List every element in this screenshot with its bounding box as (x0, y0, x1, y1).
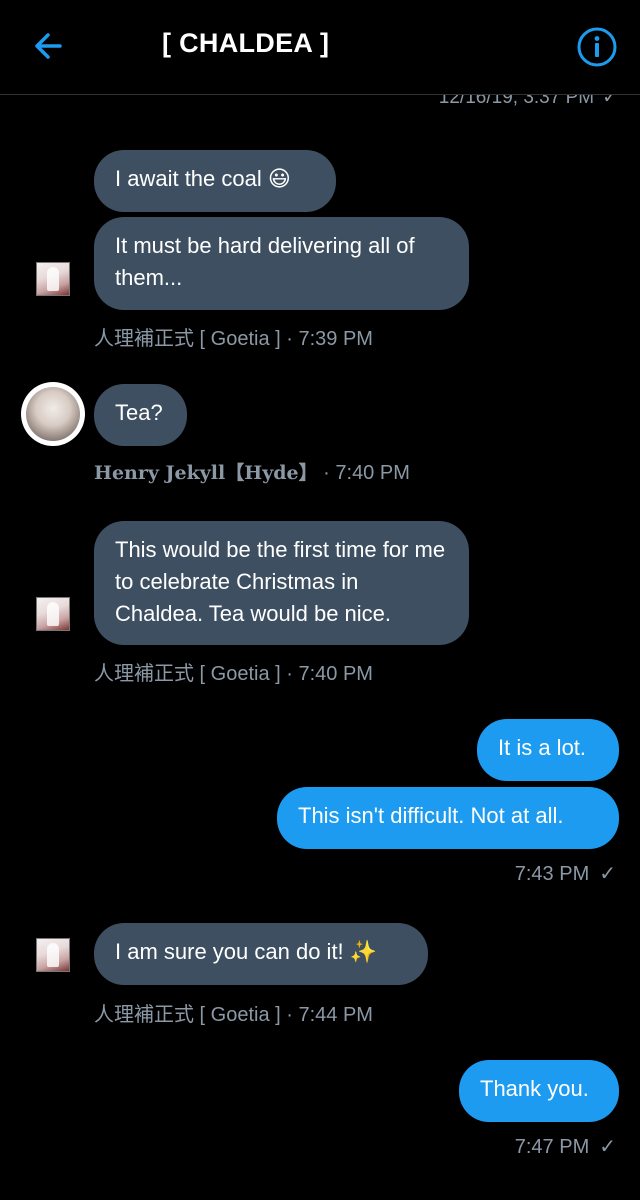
sender-avatar[interactable] (36, 597, 70, 631)
message-text: Tea? (115, 400, 163, 425)
outgoing-message-bubble[interactable]: This isn't difficult. Not at all. (277, 787, 619, 849)
conversation-title: [ CHALDEA ] (162, 28, 330, 58)
sender-avatar[interactable] (36, 262, 70, 296)
message-text: This would be the first time for me to c… (115, 537, 446, 626)
message-text: I am sure you can do it! ✨ (115, 939, 378, 964)
sender-avatar[interactable] (21, 382, 85, 446)
message-meta: 人理補正式 [ Goetia ] · 7:40 PM (94, 663, 373, 685)
sent-check-icon: ✓ (599, 863, 616, 885)
message-time: 7:47 PM (514, 1136, 590, 1158)
incoming-message-bubble[interactable]: I am sure you can do it! ✨ (94, 923, 428, 985)
message-meta: 7:43 PM ✓ (515, 861, 616, 886)
message-meta: 7:47 PM ✓ (515, 1134, 616, 1159)
arrow-left-icon (35, 33, 62, 59)
message-time: 7:43 PM (514, 863, 590, 885)
message-time: · 7:40 PM (317, 462, 410, 484)
conversation-info-button[interactable] (576, 26, 618, 68)
incoming-message-bubble[interactable]: I await the coal 😃 (94, 150, 336, 212)
message-text: It must be hard delivering all of them..… (115, 233, 415, 290)
message-text: I await the coal 😃 (115, 166, 291, 191)
sent-check-icon: ✓ (599, 1136, 616, 1158)
message-text: This isn't difficult. Not at all. (298, 803, 564, 828)
back-button[interactable] (30, 28, 70, 64)
sender-avatar[interactable] (36, 938, 70, 972)
incoming-message-bubble[interactable]: This would be the first time for me to c… (94, 521, 469, 645)
message-text: It is a lot. (498, 735, 587, 760)
avatar-image (26, 387, 80, 441)
incoming-message-bubble[interactable]: It must be hard delivering all of them..… (94, 217, 469, 310)
info-circle-icon (577, 27, 617, 67)
message-meta: 人理補正式 [ Goetia ] · 7:39 PM (94, 328, 373, 350)
outgoing-message-bubble[interactable]: It is a lot. (477, 719, 619, 781)
conversation-header: [ CHALDEA ] (0, 0, 640, 95)
message-meta: 人理補正式 [ Goetia ] · 7:44 PM (94, 1004, 373, 1026)
outgoing-message-bubble[interactable]: Thank you. (459, 1060, 619, 1122)
message-meta: Henry Jekyll【Hyde】 · 7:40 PM (94, 458, 410, 485)
sender-name: Henry Jekyll【Hyde】 (94, 462, 318, 484)
incoming-message-bubble[interactable]: Tea? (94, 384, 187, 446)
message-text: Thank you. (480, 1076, 589, 1101)
